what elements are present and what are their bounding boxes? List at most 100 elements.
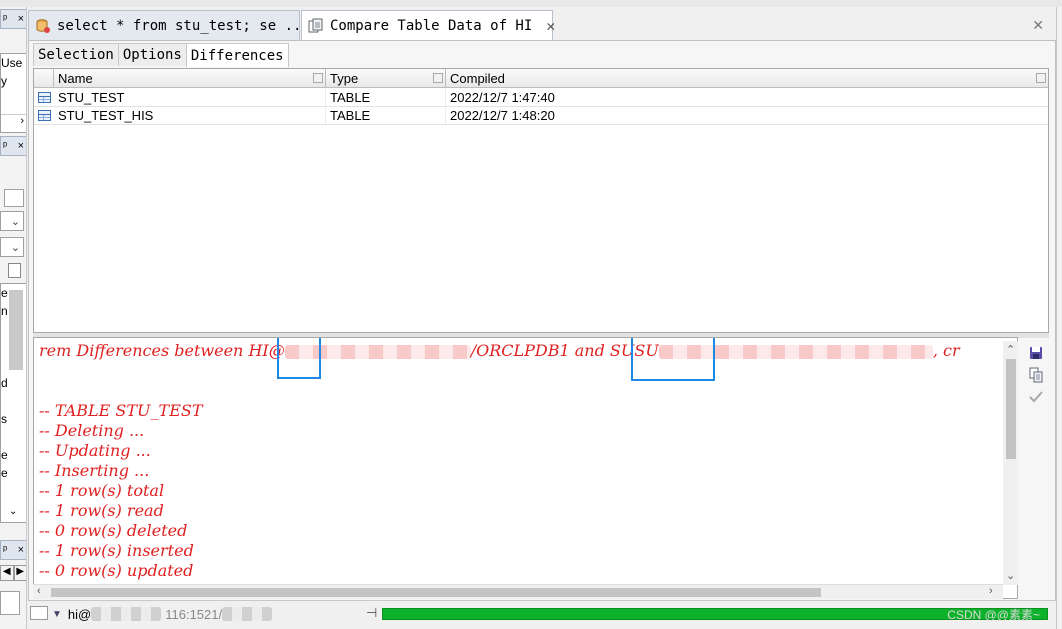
close-icon[interactable]: ×: [18, 140, 24, 152]
left-nav-arrows: ◀ ▶: [0, 565, 26, 581]
column-header-type[interactable]: Type: [326, 69, 446, 88]
arrow-left-icon[interactable]: ◀: [0, 565, 14, 581]
redacted-service: [222, 607, 273, 621]
chevron-down-icon[interactable]: ▼: [52, 609, 62, 620]
tab-compare-table-data[interactable]: Compare Table Data of HI ✕: [301, 10, 555, 40]
pin-icon: ᵖ: [3, 140, 8, 152]
left-panel-label-8: e: [1, 466, 8, 480]
sort-icon[interactable]: [1036, 73, 1046, 83]
header-part-1: rem Differences between HI@: [39, 341, 285, 360]
copy-icon[interactable]: [1028, 367, 1044, 383]
chevron-up-icon[interactable]: ⌃: [1006, 343, 1015, 356]
pin-icon: ᵖ: [3, 13, 8, 25]
chevron-down-icon: ⌄: [10, 215, 20, 228]
highlight-box-target: [631, 338, 715, 381]
vertical-scroll-thumb[interactable]: [1006, 359, 1016, 459]
left-panel-tab-1[interactable]: ᵖ ×: [0, 9, 26, 29]
differences-grid: Name Type Compiled STU_TEST TABLE 2022/1…: [33, 68, 1049, 333]
close-icon[interactable]: ✕: [1032, 17, 1044, 34]
chevron-down-icon: ⌄: [10, 241, 20, 254]
cell-type: TABLE: [330, 108, 371, 123]
save-icon[interactable]: [1028, 345, 1044, 361]
left-panel-label-7: e: [1, 448, 8, 462]
left-panel-label-5: d: [1, 376, 8, 390]
cell-compiled: 2022/12/7 1:47:40: [450, 90, 555, 105]
left-panel-label-4: n: [1, 304, 8, 318]
right-panel-edge: [1056, 7, 1062, 629]
chevron-down-icon[interactable]: ⌄: [9, 506, 17, 517]
highlight-box-source: [277, 338, 321, 379]
subtab-selection[interactable]: Selection: [33, 43, 119, 66]
left-combo-1[interactable]: ⌄: [0, 211, 24, 231]
connection-visible: 116:1521/: [165, 606, 223, 622]
header-part-3: , cr: [932, 341, 960, 360]
close-icon[interactable]: ✕: [546, 17, 555, 35]
connection-selector[interactable]: ▼ hi@ 116:1521/: [52, 605, 368, 623]
connection-indicator[interactable]: [30, 606, 48, 620]
column-separator: [325, 88, 326, 126]
table-row[interactable]: STU_TEST_HIS TABLE 2022/12/7 1:48:20: [34, 107, 1048, 125]
script-line: -- 1 row(s) total: [39, 481, 165, 500]
close-icon[interactable]: ×: [18, 544, 24, 556]
redacted-host: [91, 607, 162, 621]
grid-header-corner: [34, 69, 54, 88]
left-scroll-thumb[interactable]: [9, 290, 23, 370]
pin-icon[interactable]: ⊣: [366, 605, 377, 621]
subtab-bar: Selection Options Differences: [33, 43, 289, 67]
table-icon: [38, 110, 51, 121]
table-row[interactable]: STU_TEST TABLE 2022/12/7 1:47:40: [34, 89, 1048, 107]
script-line: -- TABLE STU_TEST: [39, 401, 203, 420]
table-icon: [38, 92, 51, 103]
column-header-name[interactable]: Name: [54, 69, 326, 88]
cell-name: STU_TEST_HIS: [58, 108, 154, 123]
compare-table-data-window: Selection Options Differences Name Type …: [28, 40, 1056, 629]
left-panel: ᵖ × Use y › ᵖ × ⌄ ⌄ e n d s e e ⌄ ᵖ × ◀ ▶: [0, 7, 27, 629]
document-tabs: select * from stu_test; se ... Compare T…: [28, 7, 1056, 40]
script-line: -- 1 row(s) read: [39, 501, 164, 520]
sort-icon[interactable]: [433, 73, 443, 83]
script-line: -- Updating ...: [39, 441, 151, 460]
editor-horizontal-scrollbar[interactable]: ‹ ›: [33, 584, 1003, 599]
left-panel-tree: e n d s e e ⌄: [0, 283, 26, 523]
chevron-right-icon[interactable]: ›: [1, 114, 26, 132]
checkbox-square[interactable]: [4, 189, 24, 207]
chevron-left-icon[interactable]: ‹: [37, 585, 41, 597]
tab-sql-window[interactable]: select * from stu_test; se ...: [28, 10, 310, 40]
editor-vertical-scrollbar[interactable]: ⌃ ⌄: [1003, 341, 1018, 585]
script-line: -- 0 row(s) updated: [39, 561, 194, 580]
chevron-down-icon[interactable]: ⌄: [1006, 569, 1015, 582]
tab-compare-table-data-label: Compare Table Data of HI: [330, 17, 533, 34]
column-header-compiled[interactable]: Compiled: [446, 69, 1046, 88]
new-file-icon[interactable]: [8, 263, 21, 278]
sort-icon[interactable]: [313, 73, 323, 83]
check-icon[interactable]: [1028, 389, 1044, 405]
left-combo-2[interactable]: ⌄: [0, 237, 24, 257]
status-bar: ▼ hi@ 116:1521/ ⊣ CSDN @@素素~: [28, 600, 1056, 629]
left-panel-tab-3[interactable]: ᵖ ×: [0, 540, 26, 560]
script-line: -- 1 row(s) inserted: [39, 541, 194, 560]
differences-script-editor[interactable]: rem Differences between HI@/ORCLPDB1 and…: [33, 337, 1018, 599]
close-icon[interactable]: ×: [18, 13, 24, 25]
left-panel-label-2: y: [1, 74, 7, 88]
left-panel-label-6: s: [1, 412, 7, 426]
subtab-differences[interactable]: Differences: [185, 43, 289, 67]
database-icon: [35, 18, 51, 34]
connection-prefix: hi@: [67, 606, 92, 622]
chevron-right-icon[interactable]: ›: [989, 585, 993, 597]
left-panel-list: Use y ›: [0, 53, 26, 133]
horizontal-scroll-thumb[interactable]: [51, 588, 821, 597]
script-line: -- Inserting ...: [39, 461, 150, 480]
left-panel-tab-2[interactable]: ᵖ ×: [0, 136, 26, 156]
cell-compiled: 2022/12/7 1:48:20: [450, 108, 555, 123]
cell-type: TABLE: [330, 90, 371, 105]
editor-side-toolbar: [1025, 341, 1047, 421]
left-panel-label-3: e: [1, 286, 8, 300]
cell-name: STU_TEST: [58, 90, 125, 105]
grid-header: Name Type Compiled: [34, 69, 1048, 88]
subtab-options[interactable]: Options: [117, 43, 187, 66]
compare-icon: [308, 18, 324, 34]
arrow-right-icon[interactable]: ▶: [13, 565, 26, 581]
left-bottom-box[interactable]: [0, 591, 20, 615]
script-line: -- 0 row(s) deleted: [39, 521, 188, 540]
column-header-name-label: Name: [58, 71, 93, 86]
